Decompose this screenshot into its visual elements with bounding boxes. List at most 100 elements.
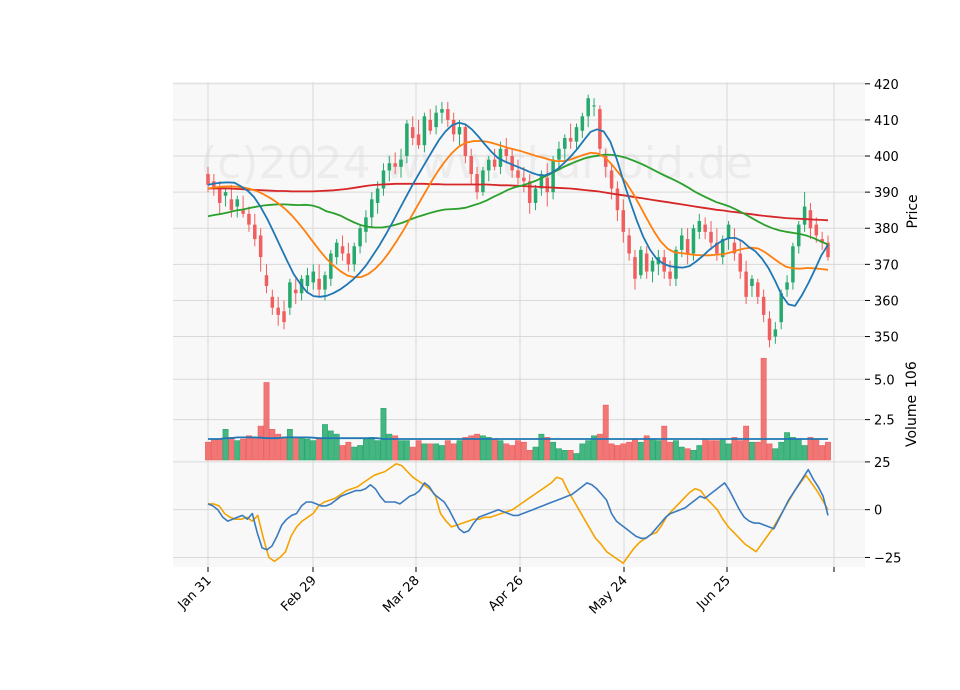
candle-body [346, 253, 351, 265]
volume-bar [731, 437, 738, 461]
volume-bar [415, 440, 422, 461]
volume-bar [713, 440, 720, 461]
volume-bar [257, 425, 264, 461]
candle-body [744, 271, 748, 297]
candle-body [457, 127, 462, 135]
candle-body [668, 271, 672, 279]
volume-bar [544, 437, 551, 461]
candle-body [282, 311, 286, 323]
candle-body [323, 275, 327, 290]
candle-body [317, 278, 321, 290]
candle-body [428, 119, 433, 131]
volume-bar [614, 445, 621, 461]
candle-body [293, 289, 298, 294]
candle-body [405, 123, 409, 157]
oscillator-tick-label: −25 [874, 551, 901, 566]
candle-body [545, 177, 549, 193]
volume-bar [234, 440, 241, 461]
oscillator-tick-label: 25 [874, 456, 891, 471]
volume-bar [509, 445, 516, 461]
volume-bar [515, 440, 521, 461]
candle-body [703, 224, 707, 232]
candle-body [615, 188, 620, 211]
volume-bar [760, 357, 767, 461]
candle-body [387, 163, 392, 171]
volume-bar [205, 441, 211, 461]
candle-body [364, 217, 368, 232]
volume-bar [439, 445, 445, 461]
candle-body [329, 253, 333, 279]
volume-bar [286, 429, 293, 461]
candle-body [738, 253, 743, 272]
candle-body [235, 199, 239, 207]
volume-bar [556, 448, 562, 461]
candle-body [340, 246, 345, 254]
volume-bar [585, 440, 592, 461]
volume-bar [421, 443, 428, 461]
volume-bar [620, 443, 627, 461]
candle-body [697, 221, 702, 232]
volume-bar [403, 440, 410, 461]
candle-body [463, 127, 468, 157]
volume-bar [362, 438, 369, 461]
volume-bar [210, 438, 217, 461]
candle-body [574, 127, 579, 142]
volume-bar [795, 438, 802, 461]
candle-body [410, 127, 415, 138]
volume-bar [240, 438, 247, 461]
candle-body [750, 278, 754, 287]
candle-body [639, 249, 643, 276]
volume-bar [327, 430, 334, 461]
volume-bar [298, 437, 305, 461]
candle-body [797, 224, 801, 247]
volume-bar [754, 441, 761, 461]
volume-bar [661, 425, 668, 461]
candle-body [311, 271, 316, 283]
candle-body [223, 192, 228, 196]
volume-bar [485, 437, 492, 461]
candle-body [621, 210, 626, 232]
volume-bar [322, 424, 328, 461]
candle-body [305, 275, 310, 287]
volume-bar [684, 448, 691, 461]
volume-bar [801, 445, 808, 461]
volume-bar [444, 440, 451, 461]
candle-body [802, 206, 807, 225]
candle-body [492, 159, 497, 167]
candle-body [674, 249, 678, 279]
volume-bar [357, 445, 364, 461]
volume-bar [579, 443, 586, 461]
volume-bar [807, 437, 814, 461]
candle-body [773, 329, 778, 337]
volume-bar [702, 438, 709, 461]
candle-body [785, 282, 789, 290]
volume-bar [550, 441, 557, 461]
candle-body [217, 188, 222, 203]
price-tick-label: 360 [874, 294, 899, 309]
volume-bar [719, 438, 726, 461]
volume-bar [433, 443, 440, 461]
candle-body [422, 116, 427, 146]
volume-bar [526, 450, 533, 461]
candle-body [475, 174, 479, 193]
volume-bar [368, 437, 375, 461]
volume-bar [825, 441, 831, 461]
candle-body [375, 188, 380, 203]
candle-body [270, 296, 275, 308]
candle-body [276, 307, 280, 315]
volume-bar [813, 438, 820, 461]
volume-bar [520, 441, 527, 461]
candle-body [440, 109, 444, 113]
candle-body [814, 224, 819, 236]
candle-body [644, 253, 649, 272]
volume-bar [251, 437, 258, 461]
volume-bar [491, 438, 498, 461]
volume-bar [474, 433, 480, 461]
price-tick-label: 380 [874, 222, 899, 237]
price-tick-label: 410 [874, 114, 899, 129]
candle-body [527, 181, 532, 203]
candle-body [416, 134, 421, 146]
candle-body [592, 105, 596, 107]
volume-bar [649, 438, 656, 461]
volume-bar [696, 445, 703, 461]
